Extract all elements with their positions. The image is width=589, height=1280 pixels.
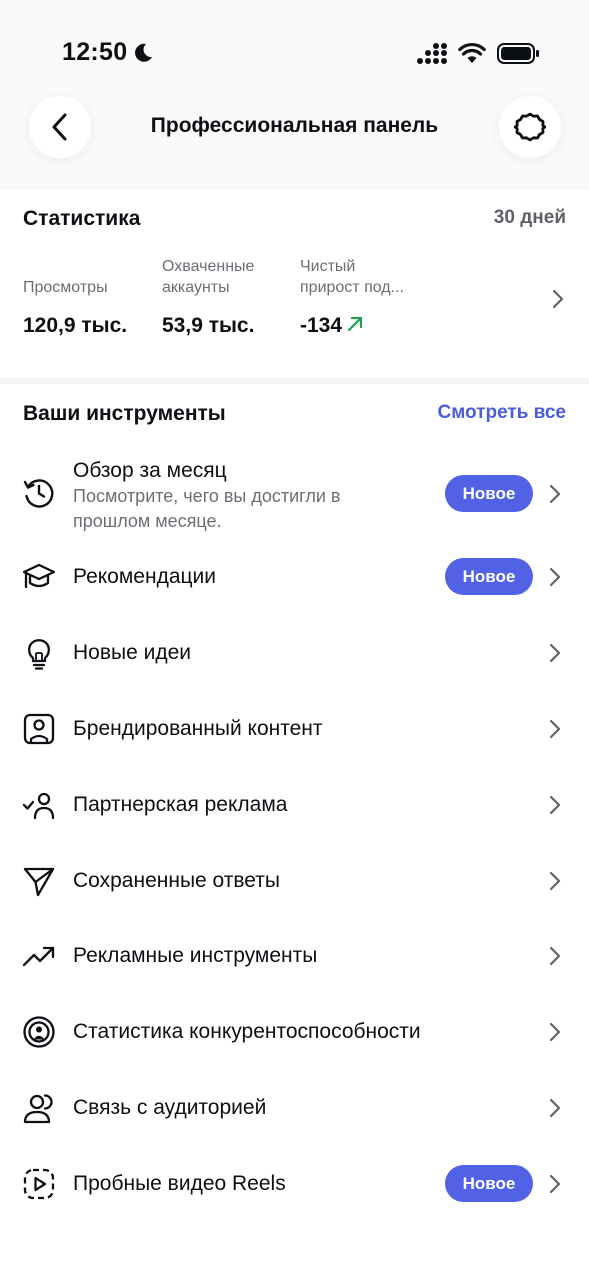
trend-up-icon bbox=[22, 946, 55, 967]
tool-label: Брендированный контент bbox=[73, 717, 323, 740]
tool-label: Новые идеи bbox=[73, 641, 192, 664]
metric-accounts-reached[interactable]: Охваченные аккаунты 53,9 тыс. bbox=[162, 258, 297, 340]
tool-row-recommendations[interactable]: Рекомендации Новое bbox=[0, 539, 589, 615]
signal-icon bbox=[417, 43, 447, 64]
tool-subtitle: Посмотрите, чего вы достигли в прошлом м… bbox=[73, 486, 341, 531]
graduation-cap-icon bbox=[22, 563, 56, 589]
metric-value: -134 bbox=[300, 314, 364, 338]
branded-content-icon bbox=[23, 713, 55, 745]
back-button[interactable] bbox=[29, 96, 91, 158]
new-badge: Новое bbox=[445, 558, 533, 595]
reels-trial-icon bbox=[23, 1168, 55, 1200]
tool-row-audience-connection[interactable]: Связь с аудиторией bbox=[0, 1070, 589, 1146]
wifi-icon bbox=[458, 42, 486, 63]
arrow-up-right-icon bbox=[347, 316, 363, 332]
tool-label: Статистика конкурентоспособности bbox=[73, 1020, 421, 1043]
battery-icon bbox=[497, 43, 539, 64]
chevron-right-icon bbox=[549, 719, 561, 739]
chevron-right-icon bbox=[549, 484, 561, 504]
audience-icon bbox=[23, 1094, 53, 1124]
chevron-right-icon bbox=[549, 871, 561, 891]
header: Профессиональная панель bbox=[0, 80, 589, 190]
history-clock-icon bbox=[23, 479, 54, 508]
metric-label: Просмотры bbox=[23, 279, 108, 296]
gear-icon bbox=[514, 112, 546, 142]
partner-check-person-icon bbox=[22, 792, 55, 820]
tool-label: Обзор за месяц bbox=[73, 459, 227, 482]
page-title: Профессиональная панель bbox=[150, 114, 439, 137]
metric-value: 120,9 тыс. bbox=[23, 314, 128, 337]
chevron-right-icon bbox=[549, 946, 561, 966]
tool-row-ad-tools[interactable]: Рекламные инструменты bbox=[0, 918, 589, 994]
tool-row-trial-reels[interactable]: Пробные видео Reels Новое bbox=[0, 1146, 589, 1222]
moon-icon bbox=[135, 43, 152, 62]
status-time: 12:50 bbox=[62, 38, 128, 66]
statistics-section: Статистика 30 дней Просмотры 120,9 тыс. … bbox=[0, 190, 589, 378]
stats-period-selector[interactable]: 30 дней bbox=[494, 207, 566, 229]
tool-row-partner-ads[interactable]: Партнерская реклама bbox=[0, 767, 589, 843]
metric-views[interactable]: Просмотры 120,9 тыс. bbox=[23, 260, 158, 340]
metric-net-follower-growth[interactable]: Чистый прирост под... -134 bbox=[300, 258, 435, 340]
tool-row-branded-content[interactable]: Брендированный контент bbox=[0, 691, 589, 767]
chevron-right-icon bbox=[549, 1174, 561, 1194]
chevron-right-icon bbox=[549, 1098, 561, 1118]
tool-label: Пробные видео Reels bbox=[73, 1172, 286, 1195]
target-person-icon bbox=[23, 1016, 55, 1048]
tools-title: Ваши инструменты bbox=[23, 402, 226, 425]
metric-label: Охваченные аккаунты bbox=[162, 258, 255, 296]
see-all-link[interactable]: Смотреть все bbox=[438, 402, 567, 424]
tool-row-saved-replies[interactable]: Сохраненные ответы bbox=[0, 843, 589, 919]
new-badge: Новое bbox=[445, 475, 533, 512]
tool-label: Связь с аудиторией bbox=[73, 1096, 267, 1119]
paper-plane-icon bbox=[23, 867, 55, 897]
lightbulb-icon bbox=[28, 639, 50, 670]
metric-label: Чистый прирост под... bbox=[300, 258, 404, 296]
chevron-right-icon bbox=[549, 795, 561, 815]
tool-label: Партнерская реклама bbox=[73, 793, 288, 816]
chevron-right-icon bbox=[549, 1022, 561, 1042]
tool-row-competitive-stats[interactable]: Статистика конкурентоспособности bbox=[0, 994, 589, 1070]
chevron-right-icon bbox=[549, 643, 561, 663]
stats-title: Статистика bbox=[23, 207, 141, 230]
tool-label: Рекомендации bbox=[73, 565, 217, 588]
tool-row-new-ideas[interactable]: Новые идеи bbox=[0, 615, 589, 691]
new-badge: Новое bbox=[445, 1165, 533, 1202]
tool-label: Сохраненные ответы bbox=[73, 869, 280, 892]
settings-button[interactable] bbox=[499, 96, 561, 158]
chevron-left-icon bbox=[52, 113, 67, 141]
section-divider bbox=[0, 378, 589, 384]
chevron-right-icon[interactable] bbox=[551, 288, 565, 310]
tool-row-monthly-overview[interactable]: Обзор за месяц Посмотрите, чего вы дости… bbox=[0, 450, 589, 542]
chevron-right-icon bbox=[549, 567, 561, 587]
tool-label: Рекламные инструменты bbox=[73, 944, 318, 967]
metric-value: 53,9 тыс. bbox=[162, 314, 255, 337]
